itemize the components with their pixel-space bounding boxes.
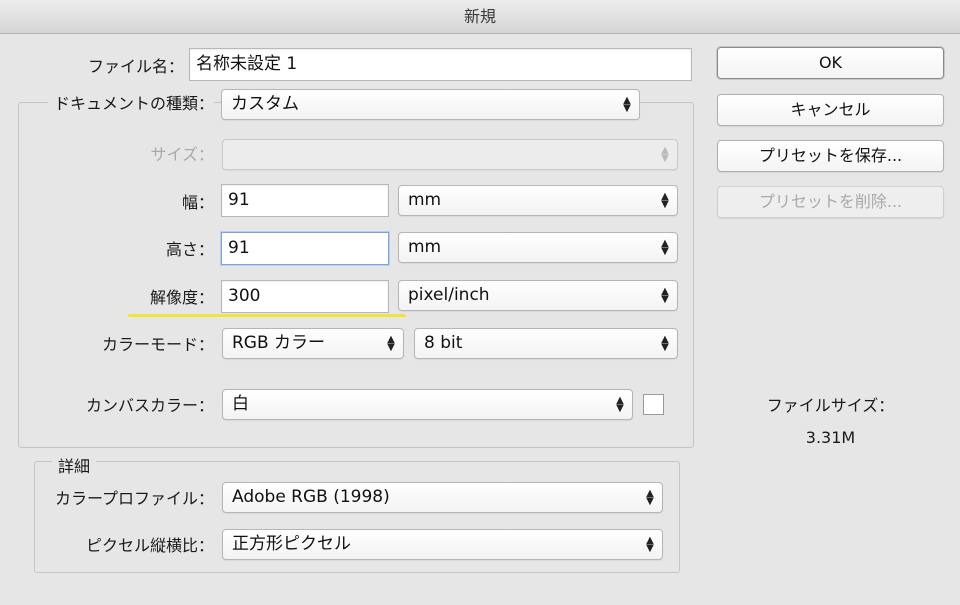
select-arrows-icon: ▲ ▼	[661, 144, 669, 164]
select-arrows-icon: ▲ ▼	[616, 394, 624, 414]
filename-input[interactable]: 名称未設定 1	[189, 48, 692, 81]
select-arrows-icon: ▲ ▼	[387, 333, 395, 353]
colormode-label: カラーモード：	[101, 335, 214, 354]
advanced-legend: 詳細	[52, 453, 97, 477]
select-arrows-icon: ▲ ▼	[661, 237, 669, 257]
window-title: 新規	[0, 0, 960, 34]
colormode-select[interactable]: RGB カラー ▲ ▼	[222, 328, 404, 359]
width-unit-value: mm	[408, 190, 442, 210]
canvas-color-swatch[interactable]	[643, 394, 664, 415]
filename-label: ファイル名：	[87, 57, 184, 76]
height-input[interactable]: 91	[221, 232, 389, 265]
aspect-select-value: 正方形ピクセル	[232, 534, 351, 554]
doctype-select-value: カスタム	[231, 94, 299, 114]
select-arrows-icon: ▲ ▼	[661, 190, 669, 210]
height-label: 高さ：	[165, 240, 214, 259]
aspect-select[interactable]: 正方形ピクセル ▲ ▼	[222, 529, 663, 560]
filesize-value: 3.31M	[805, 428, 856, 447]
cancel-button[interactable]: キャンセル	[717, 94, 944, 126]
canvas-label: カンバスカラー：	[85, 396, 214, 415]
select-arrows-icon: ▲ ▼	[623, 94, 631, 114]
select-arrows-icon: ▲ ▼	[646, 534, 654, 554]
profile-label: カラープロファイル：	[54, 489, 214, 508]
ok-button[interactable]: OK	[717, 47, 944, 79]
resolution-unit-select[interactable]: pixel/inch ▲ ▼	[398, 280, 678, 311]
height-unit-select[interactable]: mm ▲ ▼	[398, 232, 678, 263]
profile-select-value: Adobe RGB (1998)	[232, 487, 390, 507]
width-label: 幅：	[181, 193, 214, 212]
filesize-label: ファイルサイズ：	[766, 396, 895, 415]
resolution-input[interactable]: 300	[221, 280, 389, 313]
size-select: ▲ ▼	[222, 139, 678, 170]
size-label: サイズ：	[150, 145, 214, 164]
highlight-underline	[128, 314, 406, 317]
width-input[interactable]: 91	[221, 184, 389, 217]
resolution-label: 解像度：	[149, 288, 214, 307]
select-arrows-icon: ▲ ▼	[661, 285, 669, 305]
canvas-color-value: 白	[232, 394, 249, 414]
select-arrows-icon: ▲ ▼	[661, 333, 669, 353]
bitdepth-select[interactable]: 8 bit ▲ ▼	[414, 328, 678, 359]
height-unit-value: mm	[408, 237, 442, 257]
delete-preset-button: プリセットを削除...	[717, 186, 944, 218]
width-unit-select[interactable]: mm ▲ ▼	[398, 185, 678, 216]
select-arrows-icon: ▲ ▼	[646, 487, 654, 507]
bitdepth-select-value: 8 bit	[424, 333, 463, 353]
canvas-color-select[interactable]: 白 ▲ ▼	[222, 389, 633, 420]
profile-select[interactable]: Adobe RGB (1998) ▲ ▼	[222, 482, 663, 513]
colormode-select-value: RGB カラー	[232, 333, 326, 353]
doctype-label: ドキュメントの種類：	[47, 94, 214, 114]
aspect-label: ピクセル縦横比：	[85, 536, 214, 555]
resolution-unit-value: pixel/inch	[408, 285, 490, 305]
save-preset-button[interactable]: プリセットを保存...	[717, 140, 944, 172]
doctype-select[interactable]: カスタム ▲ ▼	[221, 89, 640, 120]
